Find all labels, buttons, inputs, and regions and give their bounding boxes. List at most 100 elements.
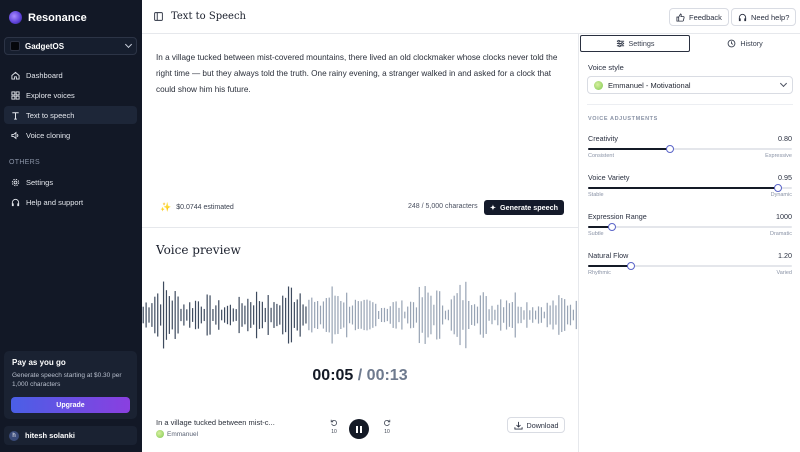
waveform-bar	[317, 301, 319, 329]
skip-forward-button[interactable]: 10	[381, 419, 393, 435]
rotate-cw-icon	[383, 419, 391, 429]
waveform-bar	[209, 295, 211, 335]
feedback-button[interactable]: Feedback	[669, 8, 729, 26]
waveform-bar	[407, 306, 409, 324]
waveform-bar	[186, 309, 188, 321]
waveform-bar	[311, 297, 313, 333]
waveform-bar	[340, 301, 342, 330]
waveform-bar	[433, 304, 435, 326]
skip-forward-amount: 10	[384, 429, 390, 435]
workspace-switcher[interactable]: GadgetOS	[4, 37, 137, 55]
text-editor[interactable]: In a village tucked between mist-covered…	[142, 34, 578, 228]
waveform-bar	[372, 302, 374, 328]
slider-label: Voice Variety	[588, 173, 630, 182]
slider-max-label: Expressive	[765, 153, 792, 159]
nav-item-settings[interactable]: Settings	[4, 173, 137, 191]
waveform-bar	[517, 306, 519, 324]
slider-min-label: Stable	[588, 192, 604, 198]
slider-header: Natural Flow 1.20	[588, 251, 792, 260]
slider-expression-range[interactable]: Expression Range 1000 Subtle Dramatic	[588, 212, 792, 242]
help-button[interactable]: Need help?	[731, 8, 797, 26]
waveform-bar	[282, 295, 284, 335]
divider	[587, 104, 793, 105]
waveform-bar	[177, 296, 179, 334]
waveform-bar	[258, 301, 261, 329]
slider-track[interactable]	[588, 262, 792, 270]
tab-history[interactable]: History	[690, 35, 800, 52]
waveform-bar	[264, 307, 266, 323]
user-menu[interactable]: h hitesh solanki	[4, 426, 137, 445]
waveform-bar	[206, 294, 208, 336]
nav-item-help-and-support[interactable]: Help and support	[4, 193, 137, 211]
waveform-bar	[482, 292, 484, 338]
pause-button[interactable]	[349, 419, 369, 439]
thumbs-up-icon	[676, 12, 685, 22]
headphones-icon	[11, 198, 20, 207]
waveform-bar	[200, 306, 202, 324]
nav-item-text-to-speech[interactable]: Text to speech	[4, 106, 137, 124]
waveform-bar	[183, 304, 185, 326]
slider-thumb[interactable]	[665, 145, 674, 153]
waveform-bar	[273, 302, 275, 328]
skip-back-button[interactable]: 10	[328, 419, 340, 435]
waveform-bar	[253, 305, 255, 325]
slider-value: 1.20	[778, 251, 792, 260]
waveform-bar	[354, 299, 356, 331]
nav-item-dashboard[interactable]: Dashboard	[4, 66, 137, 84]
generate-speech-button[interactable]: ✦ Generate speech	[484, 200, 564, 215]
slider-range-labels: Consistent Expressive	[588, 153, 792, 159]
slider-natural-flow[interactable]: Natural Flow 1.20 Rhythmic Varied	[588, 251, 792, 281]
waveform-bar	[401, 300, 403, 330]
slider-creativity[interactable]: Creativity 0.80 Consistent Expressive	[588, 134, 792, 164]
slider-label: Creativity	[588, 134, 618, 143]
waveform-bar	[564, 299, 566, 331]
waveform-bar	[223, 307, 226, 323]
promo-card: Pay as you go Generate speech starting a…	[4, 351, 137, 419]
waveform-bar	[299, 293, 301, 337]
nav-item-explore-voices[interactable]: Explore voices	[4, 86, 137, 104]
slider-track[interactable]	[588, 223, 792, 231]
slider-track[interactable]	[588, 184, 792, 192]
slider-voice-variety[interactable]: Voice Variety 0.95 Stable Dynamic	[588, 173, 792, 203]
waveform-bar	[189, 302, 191, 328]
waveform-bar	[436, 290, 438, 340]
waveform-bar	[296, 299, 298, 331]
waveform-bar	[462, 300, 464, 330]
slider-fill	[588, 148, 670, 150]
slider-thumb[interactable]	[773, 184, 782, 192]
slider-header: Expression Range 1000	[588, 212, 792, 221]
waveform-bar	[285, 297, 287, 333]
voice-style-select[interactable]: Emmanuel - Motivational	[587, 76, 793, 94]
waveform-bar	[476, 306, 479, 324]
slider-track[interactable]	[588, 145, 792, 153]
voice-avatar	[594, 80, 603, 90]
waveform[interactable]	[142, 270, 578, 360]
voice-style-label: Voice style	[588, 63, 624, 72]
download-button[interactable]: Download	[507, 417, 565, 433]
nav-item-voice-cloning[interactable]: Voice cloning	[4, 126, 137, 144]
story-text[interactable]: In a village tucked between mist-covered…	[156, 50, 572, 98]
waveform-bar	[404, 311, 406, 319]
sidebar-toggle-icon[interactable]	[154, 12, 163, 21]
waveform-bar	[485, 296, 487, 334]
track-info: In a village tucked between mist-c... Em…	[156, 418, 296, 438]
waveform-bar	[468, 300, 470, 329]
slider-max-label: Dynamic	[770, 192, 792, 198]
waveform-bar	[471, 305, 473, 325]
nav-label: Voice cloning	[26, 130, 71, 140]
home-icon	[11, 71, 20, 80]
waveform-bar	[520, 306, 522, 324]
waveform-bar	[305, 306, 307, 324]
waveform-bar	[378, 311, 380, 319]
slider-thumb[interactable]	[608, 223, 617, 231]
waveform-bar	[473, 304, 476, 326]
slider-thumb[interactable]	[626, 262, 635, 270]
brand[interactable]: Resonance	[9, 11, 87, 24]
nav-label: Explore voices	[26, 90, 75, 100]
tab-settings[interactable]: Settings	[580, 35, 690, 52]
waveform-bar	[418, 286, 420, 344]
upgrade-button[interactable]: Upgrade	[11, 397, 130, 413]
pause-icon	[356, 425, 362, 433]
waveform-bar	[503, 307, 505, 323]
nav-label: Text to speech	[26, 110, 75, 120]
